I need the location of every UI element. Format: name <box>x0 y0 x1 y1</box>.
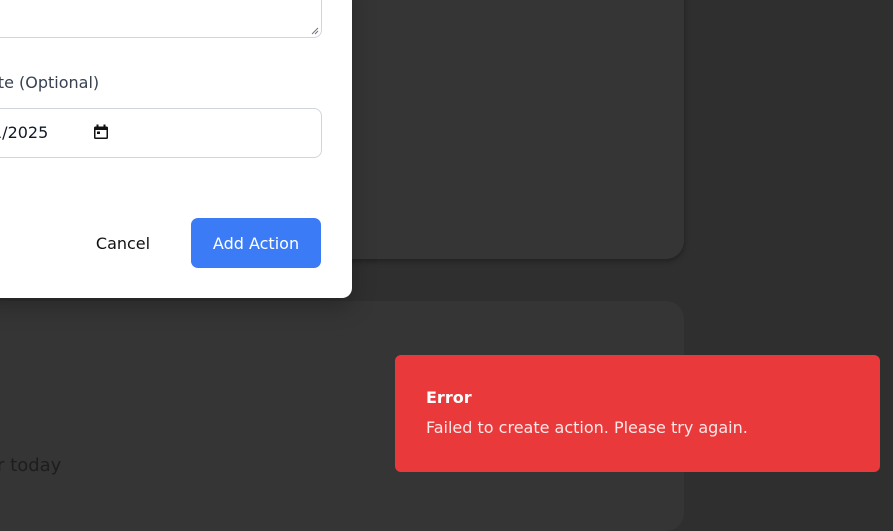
add-action-button[interactable]: Add Action <box>191 218 321 268</box>
resize-grip-icon[interactable] <box>311 27 319 35</box>
add-action-modal: ate (Optional) 1/2025 Cancel Add Action <box>0 0 352 298</box>
due-date-input[interactable]: 1/2025 <box>0 108 322 158</box>
description-textarea[interactable] <box>0 0 322 38</box>
cancel-button[interactable]: Cancel <box>76 218 170 268</box>
background-card <box>320 0 684 259</box>
error-toast[interactable]: Error Failed to create action. Please tr… <box>395 355 880 472</box>
due-date-label: ate (Optional) <box>0 73 100 92</box>
toast-title: Error <box>426 388 472 407</box>
background-card-text: or today <box>0 455 62 476</box>
toast-message: Failed to create action. Please try agai… <box>426 418 748 437</box>
due-date-value: 1/2025 <box>0 123 49 142</box>
calendar-icon[interactable] <box>93 124 109 140</box>
